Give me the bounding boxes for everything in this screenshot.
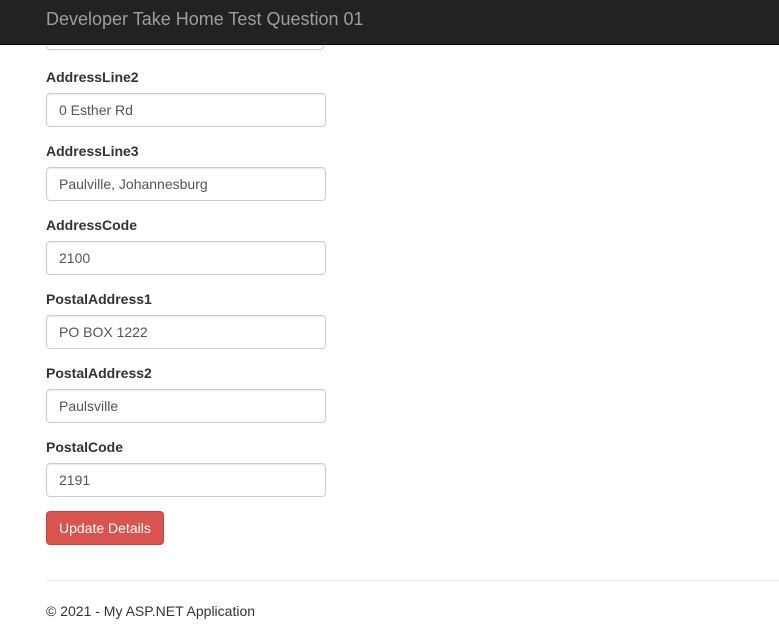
postal-code-input[interactable] (46, 463, 326, 497)
postal-address1-input[interactable] (46, 315, 326, 349)
postal-address2-label: PostalAddress2 (46, 365, 152, 381)
address-line2-input[interactable] (46, 93, 326, 127)
field-address-code: AddressCode (46, 215, 326, 275)
address-line3-input[interactable] (46, 167, 326, 201)
field-address-line3: AddressLine3 (46, 141, 326, 201)
postal-address1-label: PostalAddress1 (46, 291, 152, 307)
update-details-button[interactable]: Update Details (46, 511, 164, 545)
navbar-brand-link[interactable]: Developer Take Home Test Question 01 (46, 9, 364, 29)
field-postal-address1: PostalAddress1 (46, 289, 326, 349)
address-line2-label: AddressLine2 (46, 69, 139, 85)
top-navbar: Developer Take Home Test Question 01 (0, 0, 779, 45)
postal-code-label: PostalCode (46, 439, 124, 455)
field-address-line2: AddressLine2 (46, 67, 326, 127)
footer-text: © 2021 - My ASP.NET Application (46, 603, 256, 619)
postal-address2-input[interactable] (46, 389, 326, 423)
field-postal-code: PostalCode (46, 437, 326, 497)
address-code-label: AddressCode (46, 217, 138, 233)
address-code-input[interactable] (46, 241, 326, 275)
field-postal-address2: PostalAddress2 (46, 363, 326, 423)
footer-divider (46, 580, 779, 581)
address-line3-label: AddressLine3 (46, 143, 139, 159)
